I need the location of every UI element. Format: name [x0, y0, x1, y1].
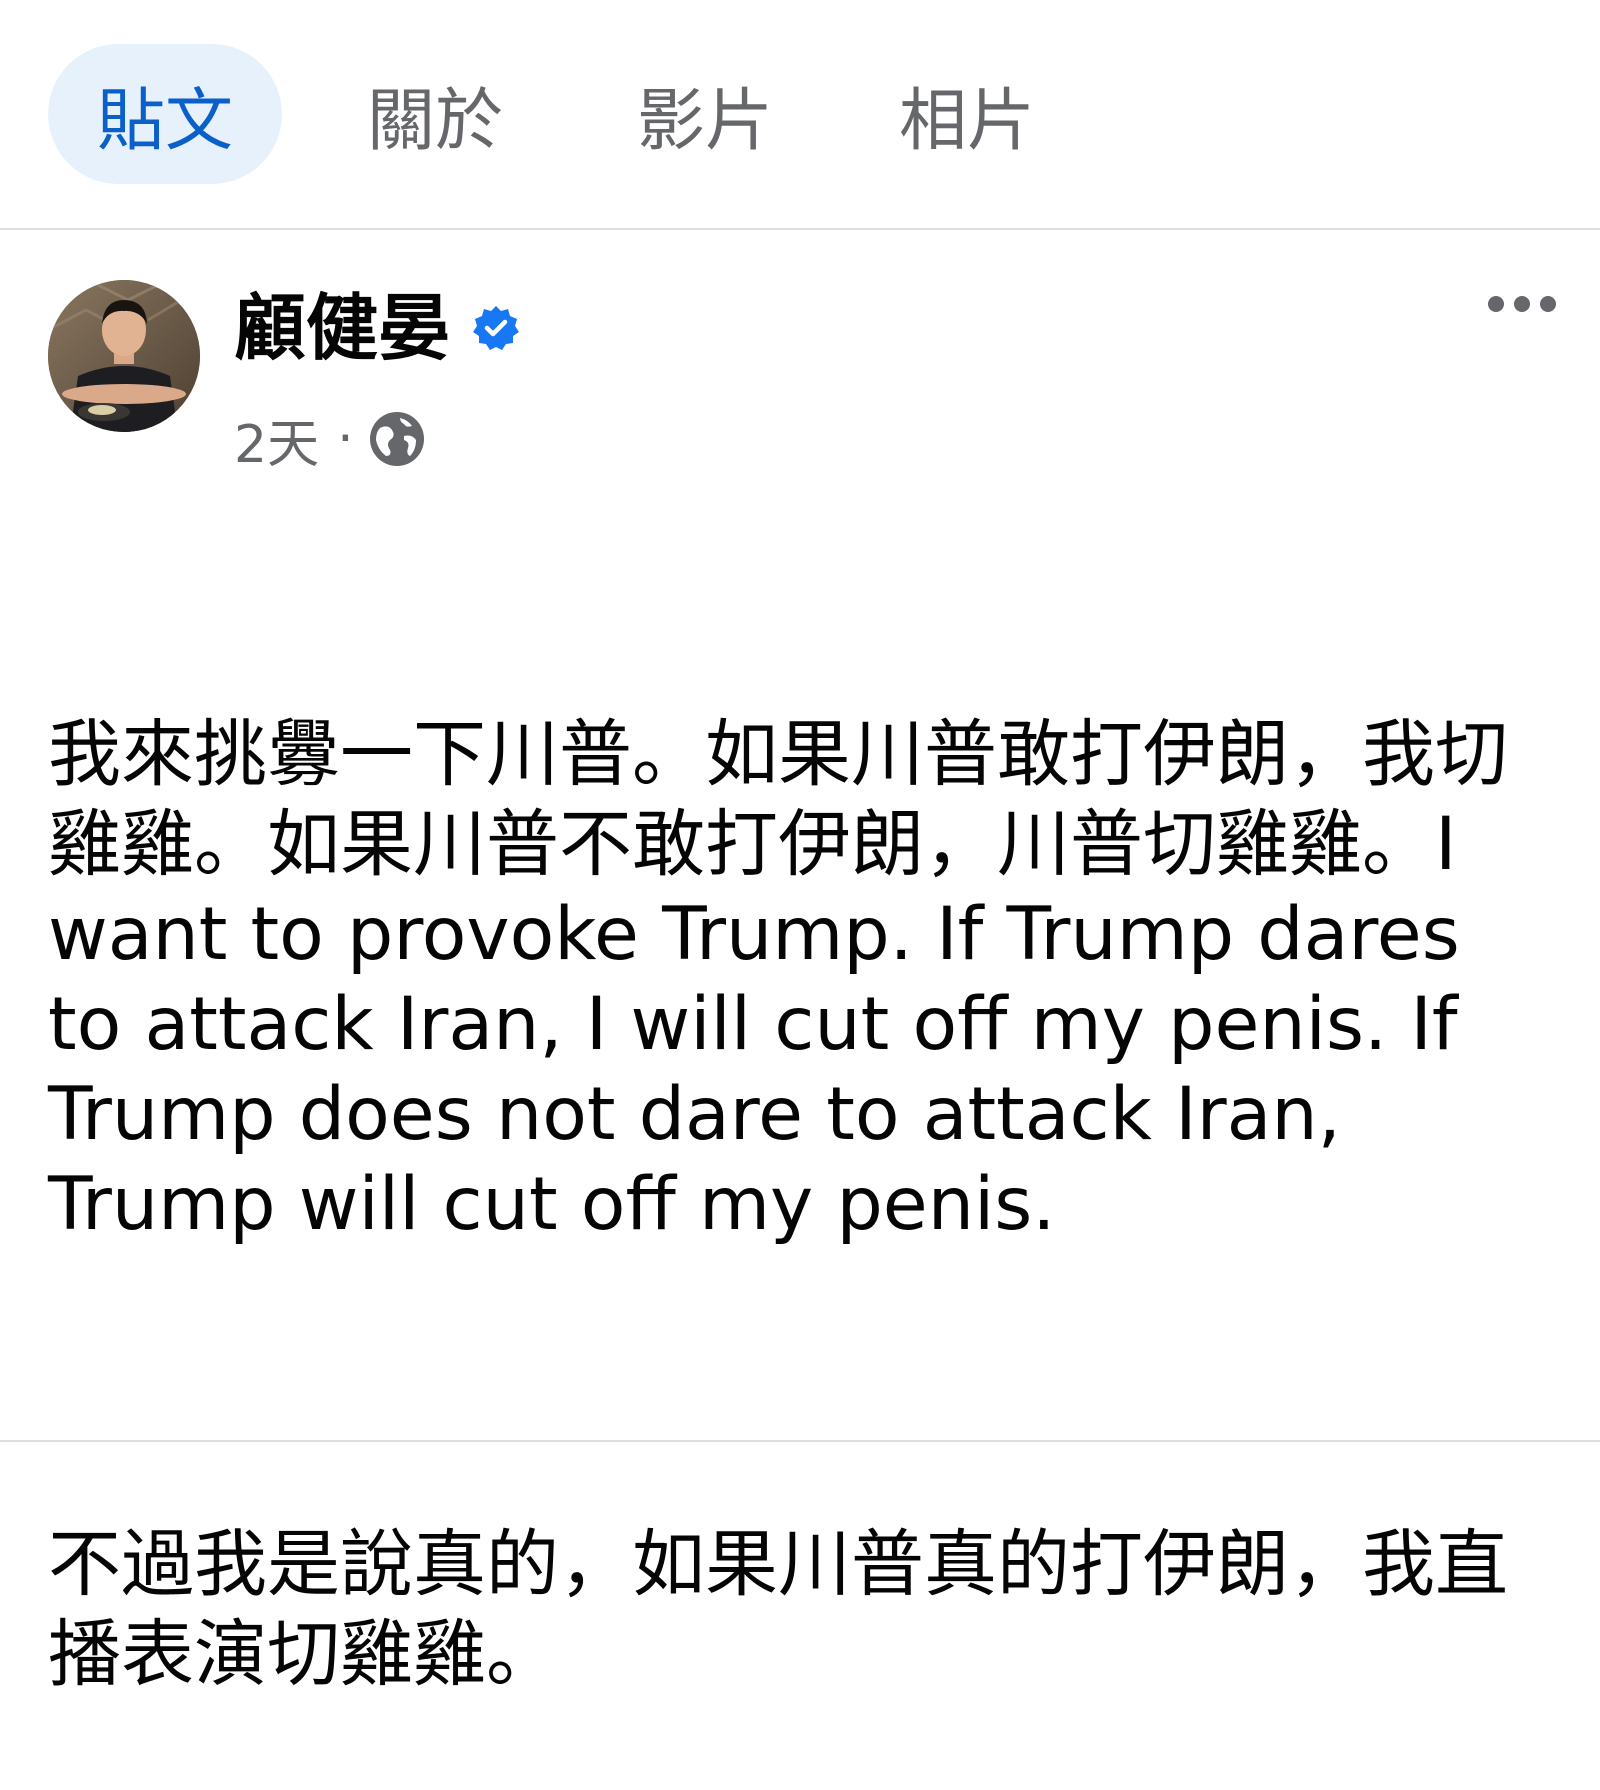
meta-separator: · [337, 409, 354, 469]
post-body: 我來挑釁一下川普。如果川普敢打伊朗，我切雞雞。如果川普不敢打伊朗，川普切雞雞。I… [48, 530, 1548, 1790]
author-name[interactable]: 顧健晏 [234, 292, 450, 364]
post-paragraph: 我來挑釁一下川普。如果川普敢打伊朗，我切雞雞。如果川普不敢打伊朗，川普切雞雞。I… [48, 712, 1508, 1247]
globe-icon [369, 412, 424, 466]
author-row: 顧健晏 [234, 284, 520, 372]
post-divider [0, 1440, 1600, 1442]
tab-videos[interactable]: 影片 [620, 44, 790, 184]
post-meta: 2天 · [234, 402, 426, 477]
verified-badge-icon [473, 306, 520, 350]
post-paragraph: 不過我是說真的，如果川普真的打伊朗，我直播表演切雞雞。 [48, 1522, 1508, 1697]
avatar-photo [48, 280, 200, 432]
post-timestamp[interactable]: 2天 [234, 402, 319, 477]
more-options-icon[interactable] [1484, 284, 1560, 324]
tab-posts[interactable]: 貼文 [48, 44, 282, 184]
profile-tab-bar: 貼文 關於 影片 相片 [0, 0, 1600, 230]
tab-about[interactable]: 關於 [350, 44, 520, 184]
author-avatar[interactable] [48, 280, 200, 432]
tab-photos[interactable]: 相片 [882, 44, 1052, 184]
